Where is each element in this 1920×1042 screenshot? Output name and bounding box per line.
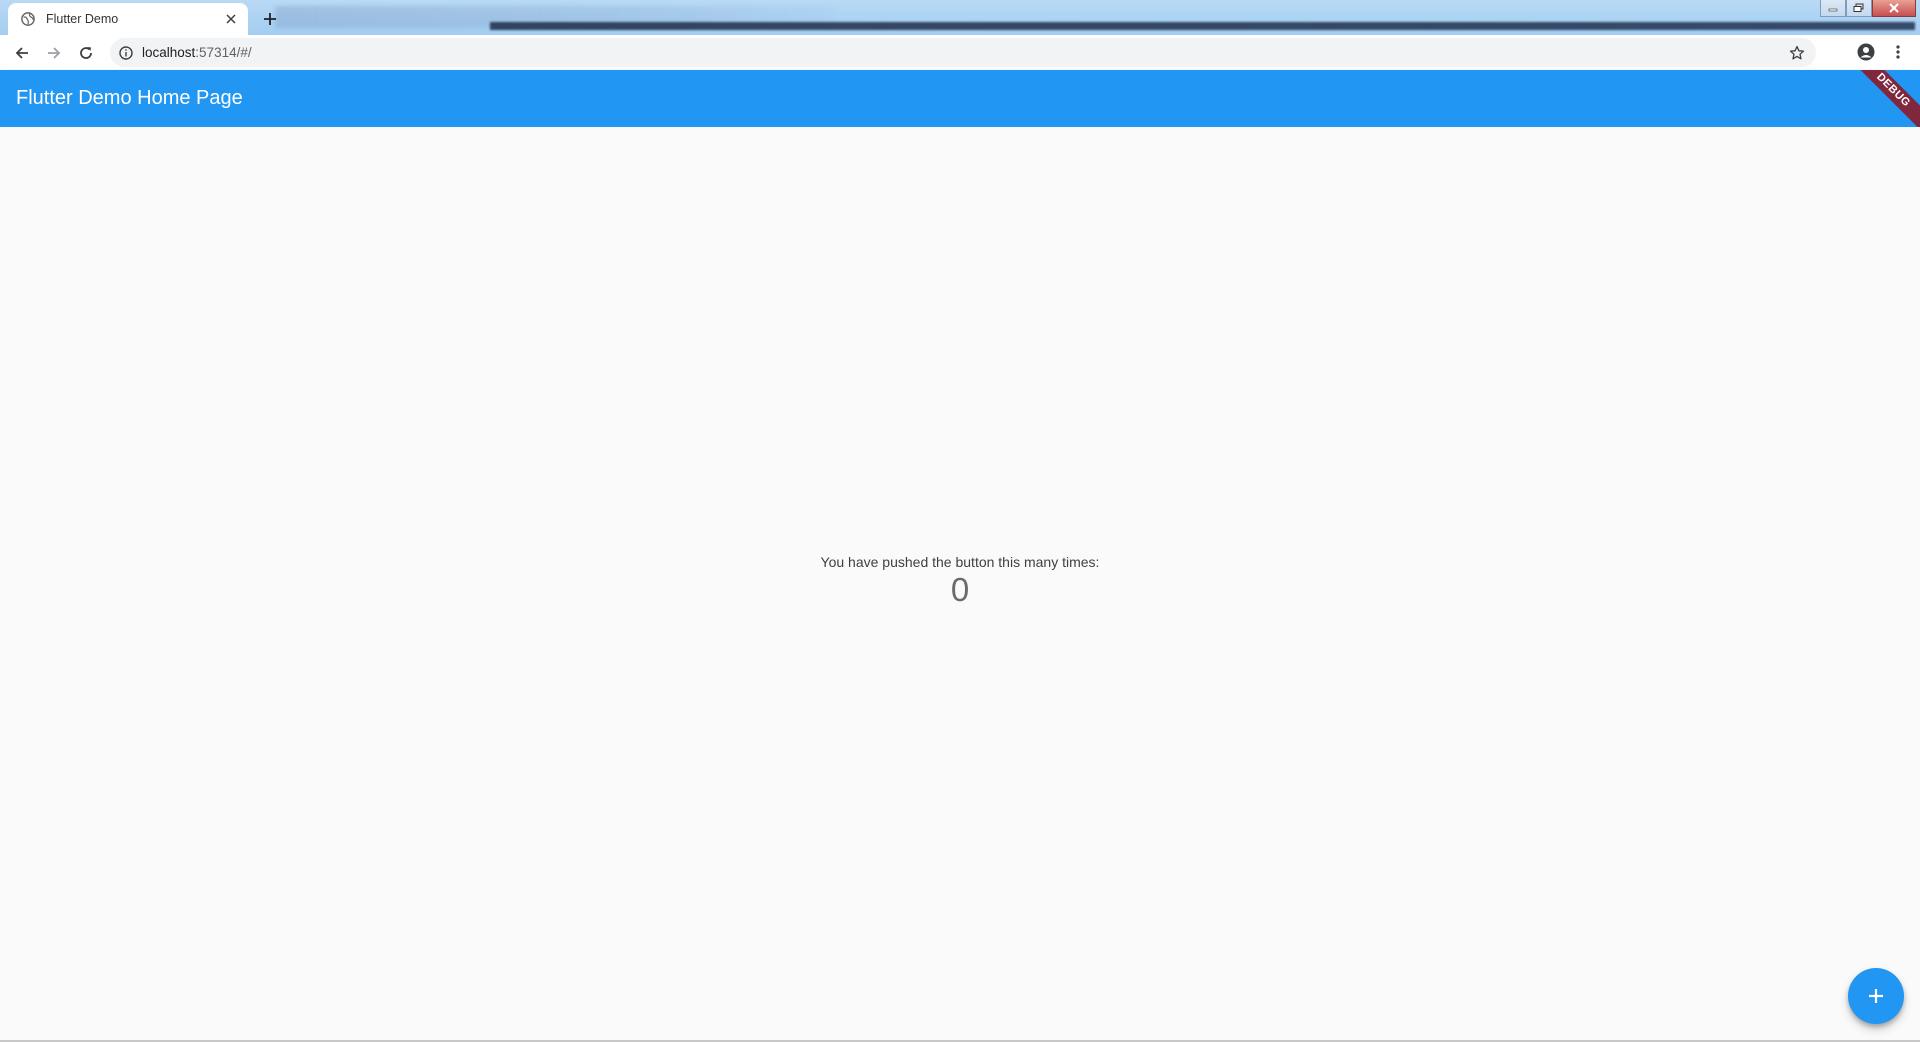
window-controls [1820,0,1916,17]
counter-value: 0 [950,571,970,608]
tab-flutter-demo[interactable]: Flutter Demo [8,3,248,35]
bookmark-star-button[interactable] [1788,44,1806,62]
reload-button[interactable] [72,39,100,67]
forward-button[interactable] [40,39,68,67]
arrow-right-icon [48,46,61,59]
debug-banner: DEBUG [1848,70,1920,127]
plus-icon [264,13,276,25]
browser-tab-strip: Flutter Demo [0,0,1920,35]
tab-title: Flutter Demo [46,12,119,26]
minimize-icon [1828,8,1838,12]
back-button[interactable] [8,39,36,67]
reload-icon [80,46,92,59]
star-icon [1789,45,1805,60]
counter-label: You have pushed the button this many tim… [820,554,1100,570]
more-vert-icon [1896,45,1900,59]
app-bar: Flutter Demo Home Page DEBUG [0,70,1920,127]
restore-icon [1853,3,1864,12]
window-close-button[interactable] [1872,0,1916,17]
new-tab-button[interactable] [258,7,282,31]
globe-icon [20,11,36,27]
info-icon[interactable] [118,45,134,61]
account-circle-icon [1857,43,1875,61]
app-body: You have pushed the button this many tim… [0,127,1920,1040]
increment-button[interactable] [1848,968,1904,1024]
add-icon [1869,989,1883,1003]
minimize-button[interactable] [1820,0,1846,17]
page-title: Flutter Demo Home Page [16,87,243,109]
url-path: :57314/#/ [195,45,252,60]
url-host: localhost [142,45,196,60]
restore-button[interactable] [1846,0,1872,17]
url-text: localhost:57314/#/ [142,45,252,60]
close-icon[interactable] [222,10,240,28]
close-icon [1889,3,1899,13]
address-bar[interactable]: localhost:57314/#/ [110,38,1816,67]
arrow-left-icon [15,46,28,59]
profile-button[interactable] [1853,39,1879,65]
taskbar-blurred [490,22,1915,30]
browser-menu-button[interactable] [1885,39,1911,65]
browser-toolbar: localhost:57314/#/ [0,35,1920,70]
